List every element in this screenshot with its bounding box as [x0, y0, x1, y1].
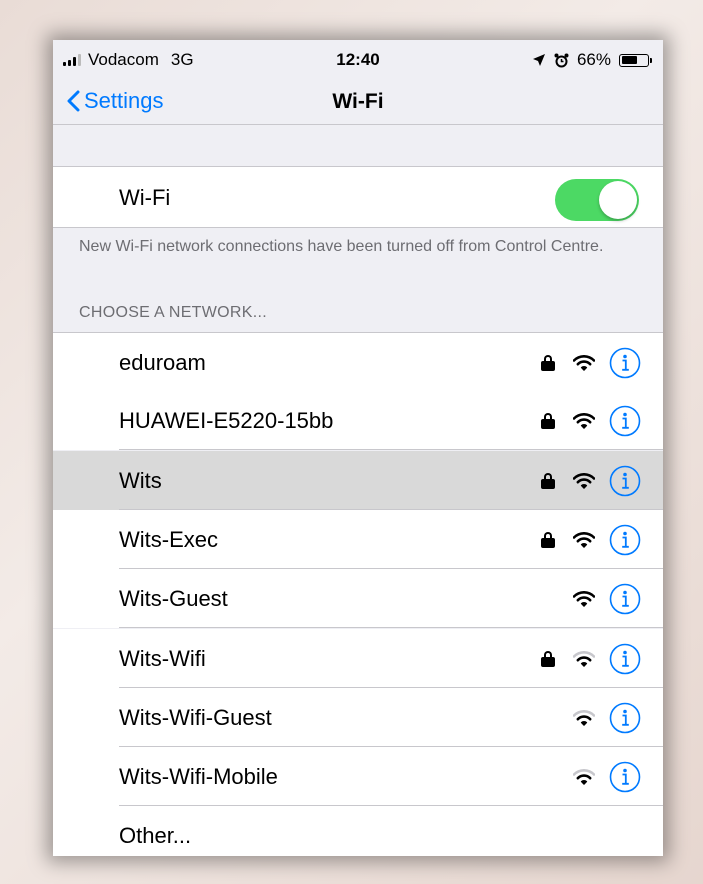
phone-screen: Vodacom 3G 12:40 66% Settings Wi-Fi Wi-F… — [53, 40, 663, 856]
info-icon[interactable] — [609, 702, 641, 734]
lock-icon — [541, 355, 555, 371]
battery-percent: 66% — [576, 50, 611, 69]
other-network-row[interactable]: Other... — [53, 806, 663, 856]
network-name: Wits-Wifi-Mobile — [119, 764, 278, 790]
network-name: Wits-Exec — [119, 526, 218, 552]
network-row[interactable]: Wits-Wifi-Mobile — [53, 747, 663, 807]
network-icons — [541, 524, 641, 556]
wifi-signal-icon — [573, 531, 595, 548]
network-icons — [573, 761, 641, 793]
info-icon[interactable] — [609, 643, 641, 675]
page-title: Wi-Fi — [332, 90, 384, 113]
toggle-knob — [599, 181, 637, 219]
wifi-signal-icon — [573, 769, 595, 785]
network-name: eduroam — [119, 350, 206, 375]
navigation-bar: Settings Wi-Fi — [53, 80, 663, 125]
info-icon[interactable] — [609, 761, 641, 793]
wifi-signal-icon — [573, 650, 595, 667]
network-row[interactable]: Wits — [53, 450, 663, 510]
wifi-toggle-label: Wi-Fi — [119, 185, 171, 210]
network-row[interactable]: Wits-Exec — [53, 509, 663, 569]
wifi-signal-icon — [573, 472, 595, 489]
network-name: Wits-Wifi-Guest — [119, 704, 272, 730]
wifi-toggle-row: Wi-Fi — [53, 166, 663, 228]
lock-icon — [541, 472, 555, 489]
network-name: Wits-Wifi — [119, 645, 206, 671]
lock-icon — [541, 413, 555, 430]
network-icons — [541, 643, 641, 675]
network-row[interactable]: eduroam — [53, 332, 663, 392]
info-icon[interactable] — [609, 524, 641, 556]
section-header: CHOOSE A NETWORK... — [79, 304, 267, 321]
battery-fill — [621, 56, 638, 64]
network-icons — [573, 583, 641, 615]
info-icon[interactable] — [609, 347, 641, 379]
status-bar: Vodacom 3G 12:40 66% — [53, 40, 663, 80]
wifi-signal-icon — [573, 355, 595, 371]
network-row[interactable]: Wits-Guest — [53, 569, 663, 629]
network-icons — [541, 405, 641, 437]
wifi-note: New Wi-Fi network connections have been … — [79, 238, 604, 255]
other-network-label: Other... — [119, 823, 192, 848]
network-icons — [573, 702, 641, 734]
network-row[interactable]: Wits-Wifi — [53, 628, 663, 688]
network-row[interactable]: HUAWEI-E5220-15bb — [53, 391, 663, 451]
info-icon[interactable] — [609, 405, 641, 437]
lock-icon — [541, 650, 555, 667]
info-icon[interactable] — [609, 583, 641, 615]
battery-icon — [619, 53, 652, 67]
lock-icon — [541, 531, 555, 548]
info-icon[interactable] — [609, 465, 641, 497]
network-name: HUAWEI-E5220-15bb — [119, 408, 334, 434]
status-indicators: 66% — [532, 50, 652, 70]
network-name: Wits — [119, 467, 162, 493]
alarm-clock-icon — [554, 53, 569, 67]
wifi-toggle-switch[interactable] — [555, 179, 639, 221]
wifi-signal-icon — [573, 709, 595, 726]
network-icons — [541, 465, 641, 497]
wifi-signal-icon — [573, 413, 595, 430]
wifi-signal-icon — [573, 591, 595, 607]
network-name: Wits-Guest — [119, 586, 228, 612]
network-icons — [541, 347, 641, 379]
location-arrow-icon — [532, 54, 545, 66]
network-row[interactable]: Wits-Wifi-Guest — [53, 687, 663, 747]
